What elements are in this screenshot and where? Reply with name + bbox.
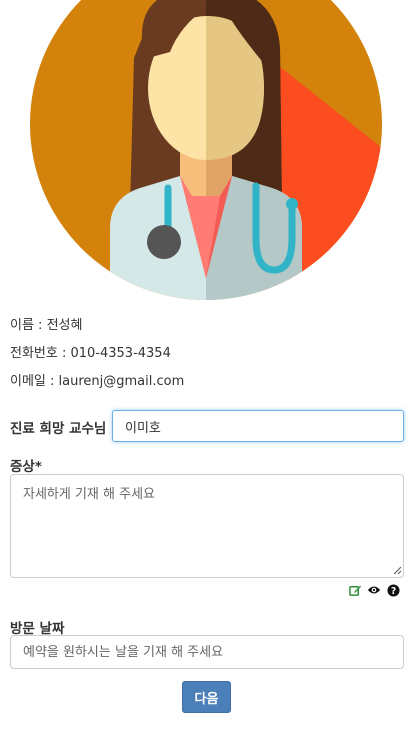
doctor-avatar — [30, 0, 382, 300]
visit-date-label: 방문 날짜 — [10, 621, 65, 637]
patient-email: 이메일 : laurenj@gmail.com — [10, 374, 185, 389]
symptom-textarea[interactable] — [10, 474, 404, 578]
help-icon[interactable]: ? — [386, 583, 400, 597]
professor-input[interactable] — [112, 410, 404, 442]
patient-name: 이름 : 전성혜 — [10, 318, 83, 333]
svg-text:?: ? — [390, 585, 395, 596]
professor-label: 진료 희망 교수님 — [10, 421, 107, 437]
patient-phone: 전화번호 : 010-4353-4354 — [10, 346, 171, 361]
doctor-avatar-illustration — [30, 0, 382, 300]
eye-icon[interactable] — [367, 583, 381, 597]
edit-icon[interactable] — [348, 583, 362, 597]
visit-date-input[interactable] — [10, 635, 404, 669]
next-button[interactable]: 다음 — [182, 681, 231, 713]
symptom-toolbar: ? — [348, 583, 400, 597]
resize-handle-icon[interactable] — [393, 566, 402, 575]
symptom-label: 증상* — [10, 459, 42, 475]
